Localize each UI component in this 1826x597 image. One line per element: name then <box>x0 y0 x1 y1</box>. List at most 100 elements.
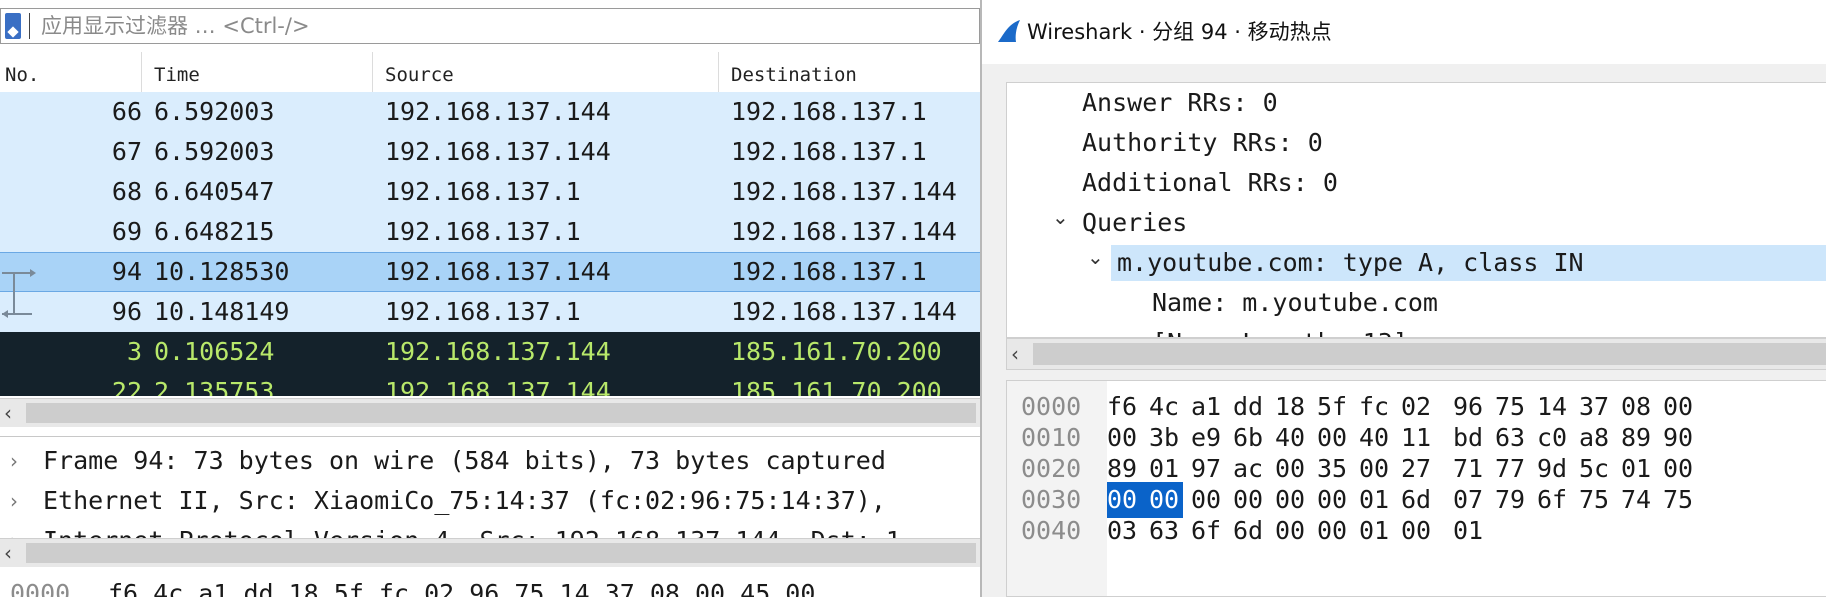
tree-item[interactable]: [Name Length: 13] <box>1007 323 1826 337</box>
wireshark-fin-icon <box>998 20 1020 42</box>
tree-item[interactable]: Additional RRs: 0 <box>1007 163 1826 203</box>
hex-byte[interactable]: 01 <box>1453 513 1483 549</box>
packet-no: 67 <box>111 137 142 166</box>
dialog-title: Wireshark · 分组 94 · 移动热点 <box>1027 20 1332 44</box>
packet-row[interactable]: 69 6.648215 192.168.137.1 192.168.137.144 <box>0 212 980 252</box>
packet-time: 2.135753 <box>154 377 275 396</box>
packet-time: 10.128530 <box>154 257 290 286</box>
packet-destination: 192.168.137.144 <box>731 177 957 206</box>
tree-item-label: m.youtube.com: type A, class IN <box>1117 248 1584 277</box>
packet-destination: 192.168.137.1 <box>731 97 927 126</box>
scroll-left-arrow-icon[interactable]: ‹ <box>4 399 12 427</box>
hex-byte[interactable]: 75 <box>1579 482 1609 518</box>
packet-source: 192.168.137.144 <box>385 257 611 286</box>
packet-source: 192.168.137.144 <box>385 377 611 396</box>
hex-byte[interactable]: 00 <box>1401 513 1431 549</box>
tree-item-selected[interactable]: ⌄ m.youtube.com: type A, class IN <box>1007 243 1826 283</box>
scroll-thumb[interactable] <box>1033 343 1826 365</box>
packet-no: 69 <box>111 217 142 246</box>
packet-row[interactable]: 67 6.592003 192.168.137.144 192.168.137.1 <box>0 132 980 172</box>
packet-row[interactable]: 3 0.106524 192.168.137.144 185.161.70.200 <box>0 332 980 372</box>
packet-bytes-pane: 0000 f6 4c a1 dd 18 5f fc 02 96 75 14 37 08 00 0010 00 3b… <box>1006 380 1826 597</box>
packet-source: 192.168.137.144 <box>385 137 611 166</box>
main-window: 应用显示过滤器 … <Ctrl-/> No. Time Source Desti… <box>0 0 980 597</box>
packet-no: 22 <box>111 377 142 396</box>
packet-dialog-window: Wireshark · 分组 94 · 移动热点 Answer RRs: 0 Au… <box>980 0 1826 597</box>
packet-row[interactable]: 96 10.148149 192.168.137.1 192.168.137.144 <box>0 292 980 332</box>
packet-destination: 192.168.137.1 <box>731 257 927 286</box>
chevron-right-icon[interactable]: › <box>10 441 18 481</box>
column-header-no[interactable]: No. <box>0 52 142 92</box>
packet-list: 66 6.592003 192.168.137.144 192.168.137.1 67… <box>0 92 980 396</box>
packet-row-selected[interactable]: 94 10.128530 192.168.137.144 192.168.137.1 <box>0 252 980 293</box>
packet-list-hscrollbar[interactable]: ‹ <box>0 398 980 427</box>
hex-byte[interactable]: 03 <box>1107 513 1137 549</box>
packet-destination: 185.161.70.200 <box>731 377 942 396</box>
packet-destination: 192.168.137.144 <box>731 297 957 326</box>
packet-source: 192.168.137.1 <box>385 217 581 246</box>
hex-byte[interactable]: 63 <box>1149 513 1179 549</box>
chevron-down-icon[interactable]: ⌄ <box>1087 237 1104 277</box>
details-hscrollbar[interactable]: ‹ <box>0 538 980 567</box>
packet-destination: 192.168.137.144 <box>731 217 957 246</box>
packet-time: 6.592003 <box>154 97 275 126</box>
hex-byte[interactable]: 00 <box>1317 513 1347 549</box>
tree-item[interactable]: Answer RRs: 0 <box>1007 83 1826 123</box>
packet-no: 3 <box>126 337 142 366</box>
tree-item[interactable]: ⌄ Queries <box>1007 203 1826 243</box>
packet-destination: 185.161.70.200 <box>731 337 942 366</box>
hex-byte[interactable]: 75 <box>1663 482 1693 518</box>
chevron-right-icon[interactable]: › <box>10 481 18 521</box>
packet-no: 66 <box>111 97 142 126</box>
hex-byte[interactable]: 01 <box>1359 513 1389 549</box>
tree-hscrollbar[interactable]: ‹ <box>1006 338 1826 370</box>
packet-source: 192.168.137.144 <box>385 337 611 366</box>
packet-row[interactable]: 22 2.135753 192.168.137.144 185.161.70.200 <box>0 372 980 396</box>
display-filter-input[interactable]: 应用显示过滤器 … <Ctrl-/> <box>41 9 310 43</box>
hex-bytes: f6 4c a1 dd 18 5f fc 02 96 75 14 37 08 0… <box>108 579 816 597</box>
hex-byte[interactable]: 00 <box>1275 513 1305 549</box>
hex-rows: 0000 f6 4c a1 dd 18 5f fc 02 96 75 14 37 08 00 0010 00 3b… <box>1007 381 1826 596</box>
packet-list-header: No. Time Source Destination <box>0 52 980 93</box>
column-header-source[interactable]: Source <box>373 52 719 92</box>
hex-offset: 0000 <box>10 579 71 597</box>
chevron-down-icon[interactable]: ⌄ <box>1052 197 1069 237</box>
bytes-pane: 0000 f6 4c a1 dd 18 5f fc 02 96 75 14 37… <box>0 572 980 597</box>
column-header-destination[interactable]: Destination <box>719 52 980 92</box>
dialog-titlebar: Wireshark · 分组 94 · 移动热点 <box>982 0 1826 64</box>
tree-item[interactable]: Name: m.youtube.com <box>1007 283 1826 323</box>
packet-row[interactable]: 66 6.592003 192.168.137.144 192.168.137.1 <box>0 92 980 132</box>
hex-offset: 0040 <box>1021 516 1082 545</box>
packet-time: 6.592003 <box>154 137 275 166</box>
hex-byte[interactable]: 6d <box>1233 513 1263 549</box>
tree-item-label: Name: m.youtube.com <box>1152 288 1438 317</box>
hex-byte[interactable]: 79 <box>1495 482 1525 518</box>
packet-time: 0.106524 <box>154 337 275 366</box>
column-header-time[interactable]: Time <box>142 52 373 92</box>
packet-details-pane: › Frame 94: 73 bytes on wire (584 bits),… <box>0 436 980 545</box>
scroll-left-arrow-icon[interactable]: ‹ <box>1011 339 1019 369</box>
hex-byte[interactable]: 6f <box>1191 513 1221 549</box>
display-filter-bar[interactable]: 应用显示过滤器 … <Ctrl-/> <box>0 8 980 44</box>
packet-time: 10.148149 <box>154 297 290 326</box>
tree-item-label: [Name Length: 13] <box>1152 323 1408 337</box>
hex-byte[interactable]: 6f <box>1537 482 1567 518</box>
tree-item-label: Authority RRs: 0 <box>1082 128 1323 157</box>
scroll-left-arrow-icon[interactable]: ‹ <box>4 539 12 567</box>
tree-item-label: Additional RRs: 0 <box>1082 168 1338 197</box>
packet-no: 96 <box>111 297 142 326</box>
packet-no: 94 <box>111 257 142 286</box>
scroll-thumb[interactable] <box>26 543 976 563</box>
packet-time: 6.648215 <box>154 217 275 246</box>
packet-source: 192.168.137.1 <box>385 297 581 326</box>
packet-source: 192.168.137.1 <box>385 177 581 206</box>
tree-item[interactable]: Authority RRs: 0 <box>1007 123 1826 163</box>
packet-source: 192.168.137.144 <box>385 97 611 126</box>
bookmark-icon[interactable] <box>5 13 21 39</box>
packet-row[interactable]: 68 6.640547 192.168.137.1 192.168.137.144 <box>0 172 980 212</box>
packet-destination: 192.168.137.1 <box>731 137 927 166</box>
packet-time: 6.640547 <box>154 177 275 206</box>
scroll-thumb[interactable] <box>26 403 976 423</box>
hex-byte[interactable]: 74 <box>1621 482 1651 518</box>
packet-no: 68 <box>111 177 142 206</box>
